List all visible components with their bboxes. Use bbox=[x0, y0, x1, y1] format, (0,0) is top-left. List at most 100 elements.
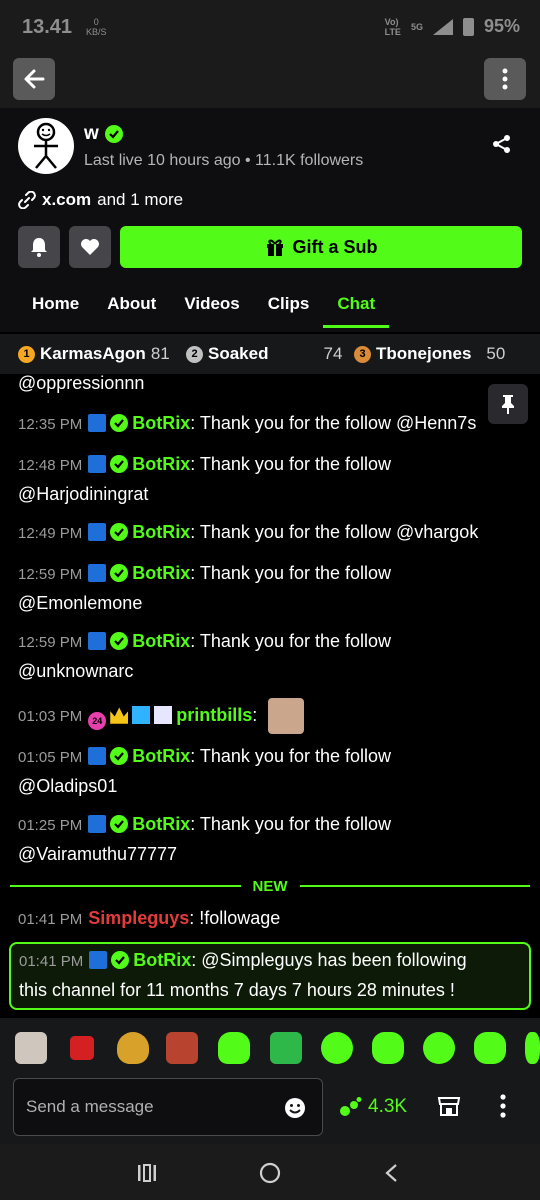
leaderboard-score: 74 bbox=[323, 344, 343, 363]
leaderboard-entry[interactable]: 2 Soaked 74 bbox=[186, 344, 342, 364]
share-button[interactable] bbox=[492, 134, 512, 159]
smile-green-emote-icon[interactable] bbox=[372, 1032, 404, 1064]
message-time: 01:41 PM bbox=[19, 953, 84, 970]
message-text-cont: @Harjodiningrat bbox=[18, 484, 149, 504]
tab-videos[interactable]: Videos bbox=[170, 284, 253, 328]
arrow-left-icon bbox=[24, 69, 45, 89]
store-button[interactable] bbox=[437, 1094, 461, 1123]
chat-username[interactable]: BotRix bbox=[132, 814, 190, 834]
verified-icon bbox=[104, 125, 123, 143]
money-bag-emote-icon[interactable] bbox=[117, 1032, 149, 1064]
emote-bar bbox=[0, 1018, 540, 1078]
message-text: Thank you for the follow bbox=[199, 454, 392, 474]
message-time: 12:59 PM bbox=[18, 634, 83, 651]
chat-username[interactable]: BotRix bbox=[132, 563, 190, 583]
crown-badge-icon bbox=[110, 707, 129, 724]
recents-icon[interactable] bbox=[137, 1164, 157, 1182]
tab-home[interactable]: Home bbox=[18, 284, 93, 328]
rank-medal-icon: 3 bbox=[354, 345, 371, 363]
tab-chat[interactable]: Chat bbox=[323, 284, 389, 328]
chat-username[interactable]: BotRix bbox=[132, 454, 190, 474]
back-button[interactable] bbox=[13, 58, 55, 100]
green-blob-emote-icon[interactable] bbox=[218, 1032, 250, 1064]
status-right: Vo) LTE 5G 95% bbox=[385, 16, 520, 37]
message-time: 01:03 PM bbox=[18, 707, 83, 725]
follow-button[interactable] bbox=[69, 226, 111, 268]
message-time: 12:49 PM bbox=[18, 525, 83, 542]
message-text: Thank you for the follow @vhargok bbox=[199, 522, 479, 542]
volte-indicator: Vo) LTE bbox=[385, 17, 401, 37]
notifications-button[interactable] bbox=[18, 226, 60, 268]
message-placeholder: Send a message bbox=[26, 1097, 154, 1116]
moderator-badge-icon bbox=[88, 414, 107, 432]
chat-message: 01:41 PM BotRix: @Simpleguys has been fol… bbox=[19, 950, 467, 1000]
divider-line bbox=[10, 885, 241, 887]
message-time: 01:05 PM bbox=[18, 749, 83, 766]
tab-clips[interactable]: Clips bbox=[254, 284, 324, 328]
message-text-cont: this channel for 11 months 7 days 7 hour… bbox=[19, 980, 455, 1000]
angry-green-emote-icon[interactable] bbox=[270, 1032, 302, 1064]
tab-about[interactable]: About bbox=[93, 284, 170, 328]
back-nav-icon[interactable] bbox=[384, 1163, 398, 1183]
partial-green-emote-icon[interactable] bbox=[525, 1032, 540, 1064]
chat-username[interactable]: BotRix bbox=[133, 950, 191, 970]
link-primary[interactable]: x.com bbox=[42, 190, 91, 210]
chat-username[interactable]: BotRix bbox=[132, 522, 190, 542]
link-more[interactable]: and 1 more bbox=[97, 190, 183, 210]
link-icon bbox=[18, 191, 36, 209]
divider-line bbox=[299, 885, 530, 887]
top-app-bar bbox=[0, 50, 540, 108]
message-text: @Simpleguys has been following bbox=[201, 950, 467, 970]
message-text: Thank you for the follow bbox=[199, 631, 392, 651]
status-data-rate: 0 KB/S bbox=[86, 17, 107, 37]
new-label: NEW bbox=[252, 877, 288, 895]
status-time: 13.41 bbox=[22, 16, 73, 38]
volte-top: Vo) bbox=[384, 16, 399, 27]
message-text: Thank you for the follow bbox=[199, 814, 392, 834]
leaderboard-entry[interactable]: 3 Tbonejones 50 bbox=[354, 344, 505, 364]
w-emote-icon[interactable] bbox=[70, 1036, 94, 1060]
home-icon[interactable] bbox=[259, 1162, 281, 1184]
verified-badge-icon bbox=[111, 951, 130, 969]
kicks-balance[interactable]: 4.3K bbox=[340, 1096, 407, 1118]
moderator-badge-icon bbox=[88, 523, 107, 541]
emoji-icon[interactable] bbox=[284, 1097, 306, 1119]
verified-badge-icon bbox=[110, 747, 129, 765]
moderator-badge-icon bbox=[88, 632, 107, 650]
verified-badge-icon bbox=[110, 564, 129, 582]
message-input[interactable]: Send a message bbox=[13, 1078, 323, 1136]
channel-name: w bbox=[84, 123, 99, 144]
chat-username[interactable]: BotRix bbox=[132, 413, 190, 433]
chat-feed[interactable]: @oppressionnn 12:35 PM BotRix: Thank you … bbox=[0, 374, 540, 1018]
rank-medal-icon: 2 bbox=[186, 345, 203, 363]
channel-avatar[interactable] bbox=[18, 118, 74, 174]
message-time: 01:25 PM bbox=[18, 817, 83, 834]
happy-green-emote-icon[interactable] bbox=[474, 1032, 506, 1064]
face-emote-icon[interactable] bbox=[166, 1032, 198, 1064]
message-text-cont: @Vairamuthu77777 bbox=[18, 844, 178, 864]
chat-username[interactable]: BotRix bbox=[132, 631, 190, 651]
channel-name-row: w bbox=[84, 123, 123, 145]
cat-emote-icon[interactable] bbox=[15, 1032, 47, 1064]
dizzy-green-emote-icon[interactable] bbox=[321, 1032, 353, 1064]
moderator-badge-icon bbox=[88, 455, 107, 473]
headphones-green-emote-icon[interactable] bbox=[423, 1032, 455, 1064]
verified-badge-icon bbox=[110, 523, 129, 541]
subscriber-badge-icon: 24 bbox=[88, 711, 107, 730]
chat-message: 12:59 PM BotRix: Thank you for the follow… bbox=[18, 563, 392, 613]
signal-icon bbox=[432, 18, 453, 35]
verified-badge-icon bbox=[110, 455, 129, 473]
more-options-button[interactable] bbox=[484, 58, 526, 100]
gift-sub-button[interactable]: Gift a Sub bbox=[120, 226, 522, 268]
chat-username[interactable]: Simpleguys bbox=[88, 908, 189, 928]
og-badge-icon bbox=[132, 705, 151, 724]
chat-username[interactable]: printbills bbox=[176, 705, 252, 725]
share-icon bbox=[493, 135, 510, 153]
channel-links[interactable]: x.com and 1 more bbox=[18, 190, 183, 210]
heart-icon bbox=[81, 239, 99, 255]
leaderboard-entry[interactable]: 1 KarmasAgon 81 bbox=[18, 344, 170, 364]
chat-username[interactable]: BotRix bbox=[132, 746, 190, 766]
message-text-cont: @unknownarc bbox=[18, 661, 134, 681]
chat-options-button[interactable] bbox=[500, 1094, 506, 1123]
volte-bottom: LTE bbox=[384, 26, 401, 37]
